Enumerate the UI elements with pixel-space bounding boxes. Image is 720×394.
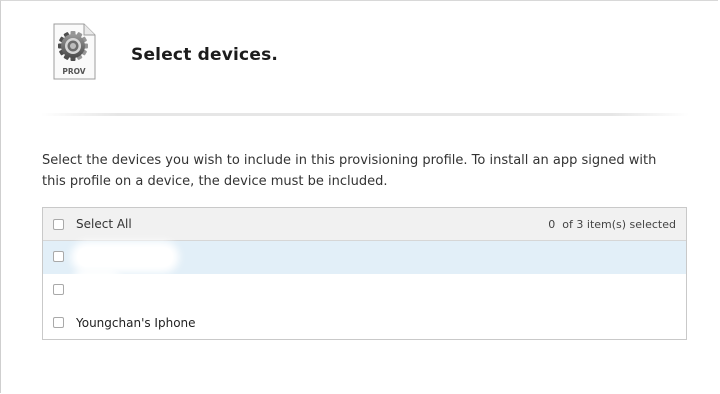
device-row[interactable]	[43, 241, 686, 274]
svg-text:PROV: PROV	[62, 67, 85, 76]
device-checkbox[interactable]	[53, 284, 64, 295]
redacted-device-name	[77, 247, 173, 267]
table-header: Select All 0 of 3 item(s) selected	[43, 208, 686, 241]
provisioning-profile-file-icon: PROV	[51, 23, 97, 81]
select-all-checkbox[interactable]	[53, 219, 64, 230]
device-checkbox[interactable]	[53, 251, 64, 262]
device-name: Youngchan's Iphone	[76, 316, 196, 330]
device-selection-table: Select All 0 of 3 item(s) selected Youngc…	[42, 207, 687, 340]
selected-count-number: 0	[548, 218, 556, 231]
redacted-device-name	[77, 276, 117, 294]
device-checkbox[interactable]	[53, 317, 64, 328]
device-row[interactable]	[43, 274, 686, 307]
instructions-text: Select the devices you wish to include i…	[42, 153, 657, 189]
select-all-label[interactable]: Select All	[76, 217, 132, 231]
header-divider	[41, 113, 689, 116]
selected-count-status: 0 of 3 item(s) selected	[548, 218, 676, 231]
device-row[interactable]: Youngchan's Iphone	[43, 307, 686, 340]
page-frame: PROV Select devices. Select the devices …	[0, 0, 718, 393]
page-title: Select devices.	[131, 45, 279, 65]
selected-count-suffix: of 3 item(s) selected	[562, 218, 676, 231]
